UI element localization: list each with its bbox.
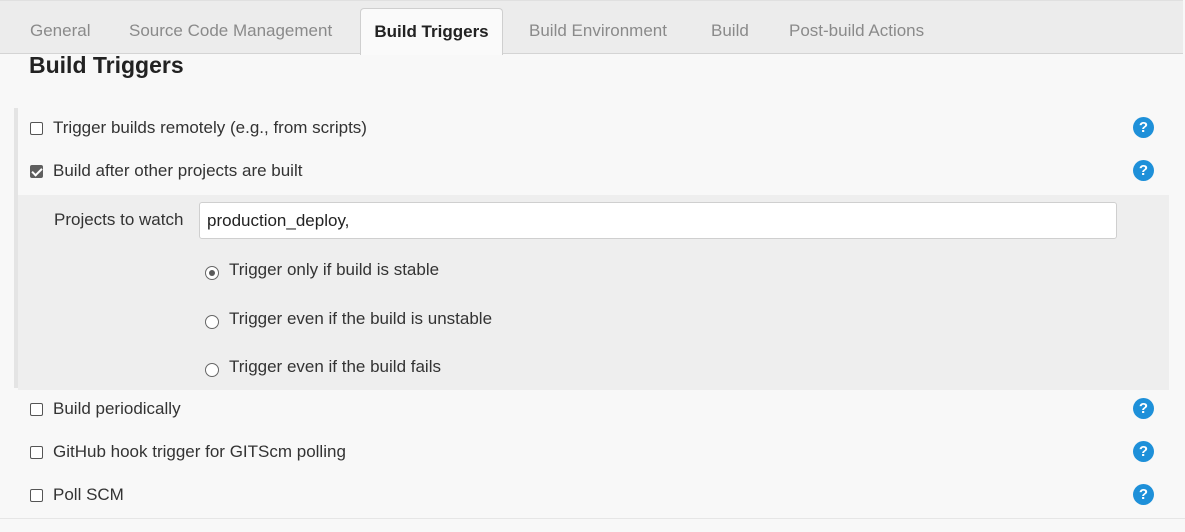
poll-scm-label: Poll SCM <box>53 485 124 504</box>
radio-fails-label: Trigger even if the build fails <box>229 357 441 376</box>
build-periodically-checkbox[interactable] <box>30 402 43 416</box>
radio-stable-row[interactable]: Trigger only if build is stable <box>205 259 439 281</box>
github-hook-label: GitHub hook trigger for GITScm polling <box>53 442 346 461</box>
projects-to-watch-label: Projects to watch <box>54 210 184 229</box>
help-icon[interactable]: ? <box>1133 441 1154 462</box>
radio-unstable-label: Trigger even if the build is unstable <box>229 309 493 328</box>
trigger-remote-row[interactable]: Trigger builds remotely (e.g., from scri… <box>30 117 367 139</box>
build-after-row[interactable]: Build after other projects are built <box>30 160 302 182</box>
build-after-label: Build after other projects are built <box>53 161 303 180</box>
poll-scm-checkbox[interactable] <box>30 488 43 502</box>
tab-general[interactable]: General <box>30 1 90 53</box>
trigger-remote-checkbox[interactable] <box>30 121 43 135</box>
help-icon[interactable]: ? <box>1133 160 1154 181</box>
tab-build[interactable]: Build <box>711 1 749 53</box>
radio-fails[interactable] <box>205 363 219 377</box>
build-after-checkbox[interactable] <box>30 164 43 178</box>
build-periodically-label: Build periodically <box>53 399 181 418</box>
trigger-remote-label: Trigger builds remotely (e.g., from scri… <box>53 118 367 137</box>
radio-unstable-row[interactable]: Trigger even if the build is unstable <box>205 308 492 330</box>
projects-to-watch-input[interactable] <box>199 202 1117 239</box>
radio-unstable[interactable] <box>205 315 219 329</box>
poll-scm-row[interactable]: Poll SCM <box>30 484 124 506</box>
section-title: Build Triggers <box>29 52 184 78</box>
tab-post-build-actions[interactable]: Post-build Actions <box>789 1 924 53</box>
tab-bar: General Source Code Management Build Tri… <box>0 0 1183 55</box>
github-hook-checkbox[interactable] <box>30 445 43 459</box>
radio-fails-row[interactable]: Trigger even if the build fails <box>205 356 441 378</box>
tab-source-code-management[interactable]: Source Code Management <box>129 1 332 53</box>
tab-build-environment[interactable]: Build Environment <box>529 1 667 53</box>
help-icon[interactable]: ? <box>1133 117 1154 138</box>
help-icon[interactable]: ? <box>1133 398 1154 419</box>
tab-build-triggers[interactable]: Build Triggers <box>360 8 503 55</box>
radio-stable[interactable] <box>205 266 219 280</box>
help-icon[interactable]: ? <box>1133 484 1154 505</box>
github-hook-row[interactable]: GitHub hook trigger for GITScm polling <box>30 441 346 463</box>
radio-stable-label: Trigger only if build is stable <box>229 260 440 279</box>
bottom-divider <box>0 518 1185 519</box>
build-periodically-row[interactable]: Build periodically <box>30 398 181 420</box>
